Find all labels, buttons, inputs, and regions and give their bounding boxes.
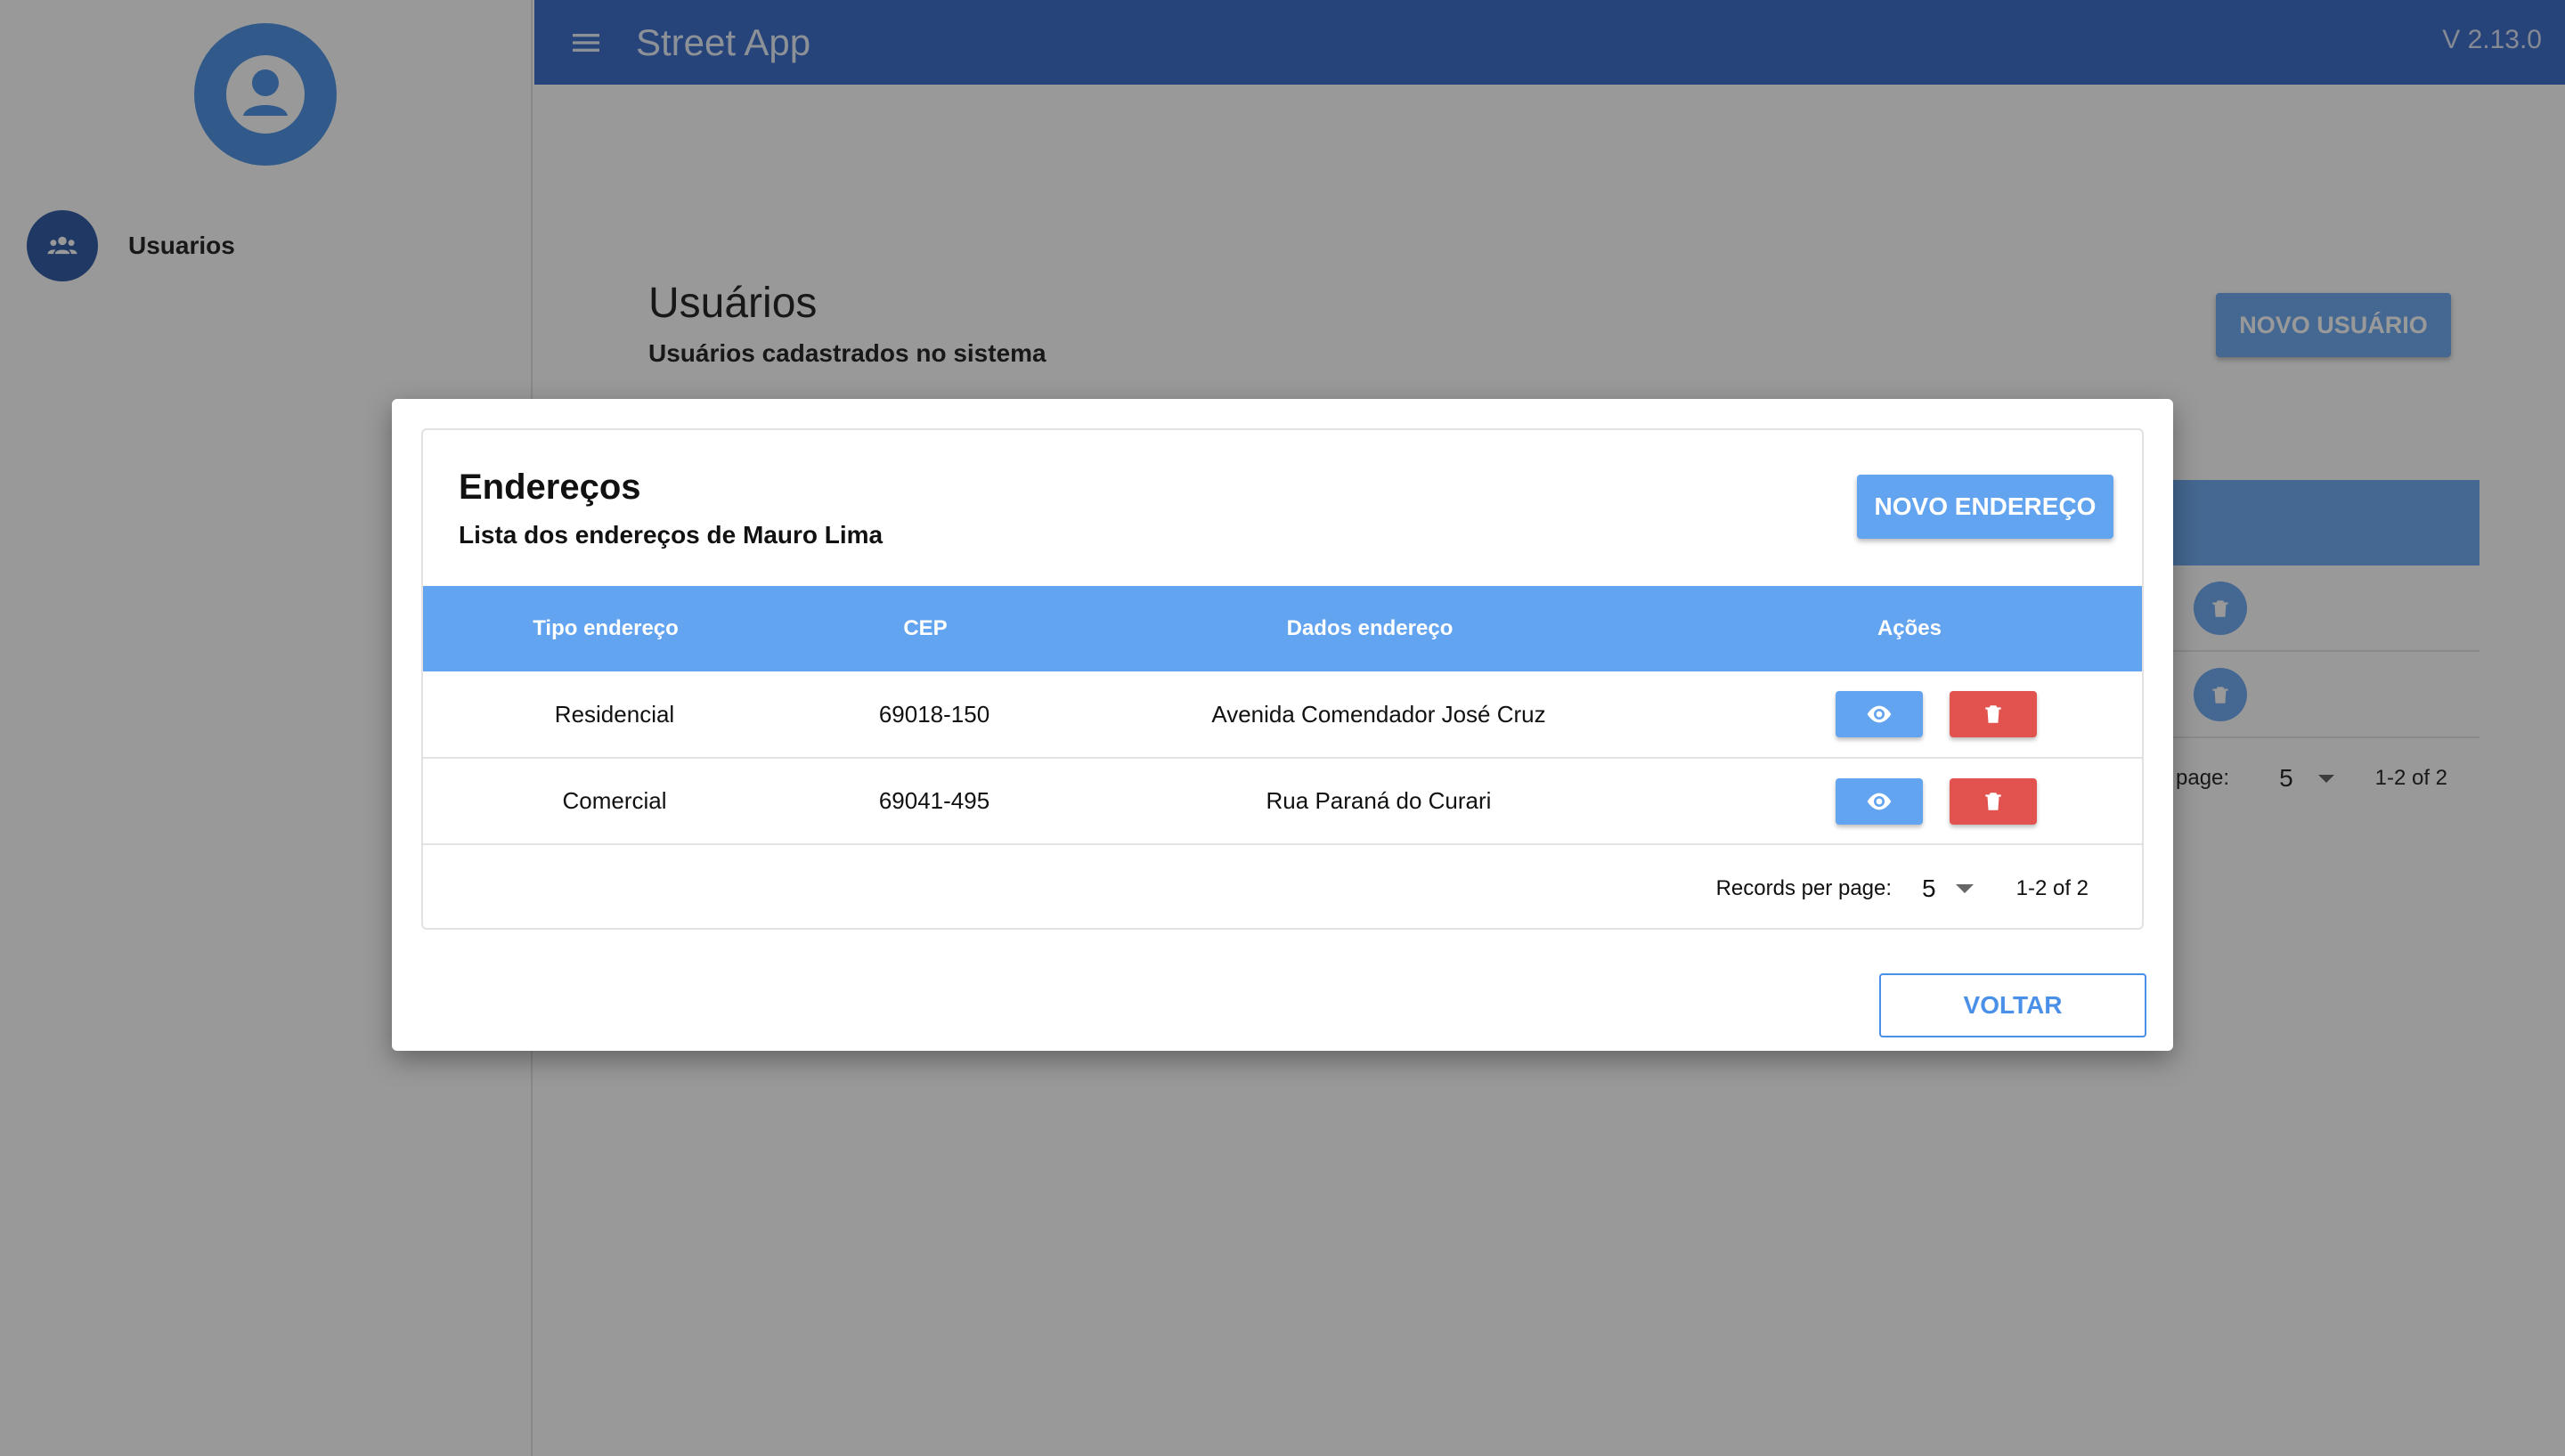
new-address-button[interactable]: NOVO ENDEREÇO bbox=[1857, 475, 2113, 539]
chevron-down-icon[interactable] bbox=[1955, 884, 1974, 893]
dialog-title: Endereços bbox=[459, 468, 641, 507]
view-address-button[interactable] bbox=[1836, 777, 1923, 825]
dialog-subtitle: Lista dos endereços de Mauro Lima bbox=[459, 521, 884, 549]
trash-icon bbox=[1985, 705, 2001, 723]
column-header-acoes: Ações bbox=[1677, 586, 2142, 671]
cell-tipo: Comercial bbox=[423, 758, 788, 845]
delete-address-button[interactable] bbox=[1950, 691, 2037, 737]
eye-icon bbox=[1867, 705, 1892, 723]
addresses-dialog: Endereços Lista dos endereços de Mauro L… bbox=[392, 399, 2173, 1051]
table-row: Comercial 69041-495 Rua Paraná do Curari bbox=[423, 758, 2142, 845]
cell-acoes bbox=[1677, 671, 2142, 759]
column-header-dados[interactable]: Dados endereço bbox=[1063, 586, 1677, 671]
column-header-tipo[interactable]: Tipo endereço bbox=[423, 586, 788, 671]
eye-icon bbox=[1867, 793, 1892, 809]
addresses-table: Tipo endereço CEP Dados endereço Ações R… bbox=[423, 586, 2142, 845]
cell-dados: Avenida Comendador José Cruz bbox=[1063, 671, 1677, 759]
cell-acoes bbox=[1677, 758, 2142, 845]
delete-address-button[interactable] bbox=[1950, 777, 2037, 825]
pagination-range: 1-2 of 2 bbox=[2015, 876, 2089, 900]
column-header-cep[interactable]: CEP bbox=[788, 586, 1063, 671]
addresses-pagination: Records per page: 5 1-2 of 2 bbox=[423, 849, 2142, 928]
table-row: Residencial 69018-150 Avenida Comendador… bbox=[423, 671, 2142, 759]
cell-cep: 69018-150 bbox=[788, 671, 1063, 759]
trash-icon bbox=[1985, 792, 2001, 810]
addresses-card: Endereços Lista dos endereços de Mauro L… bbox=[421, 428, 2144, 930]
records-per-page-label: Records per page: bbox=[1715, 876, 1893, 900]
view-address-button[interactable] bbox=[1836, 691, 1923, 737]
per-page-select[interactable]: 5 bbox=[1922, 874, 1936, 903]
cell-cep: 69041-495 bbox=[788, 758, 1063, 845]
table-header-row: Tipo endereço CEP Dados endereço Ações bbox=[423, 586, 2142, 671]
cell-dados: Rua Paraná do Curari bbox=[1063, 758, 1677, 845]
back-button[interactable]: VOLTAR bbox=[1879, 973, 2146, 1037]
cell-tipo: Residencial bbox=[423, 671, 788, 759]
